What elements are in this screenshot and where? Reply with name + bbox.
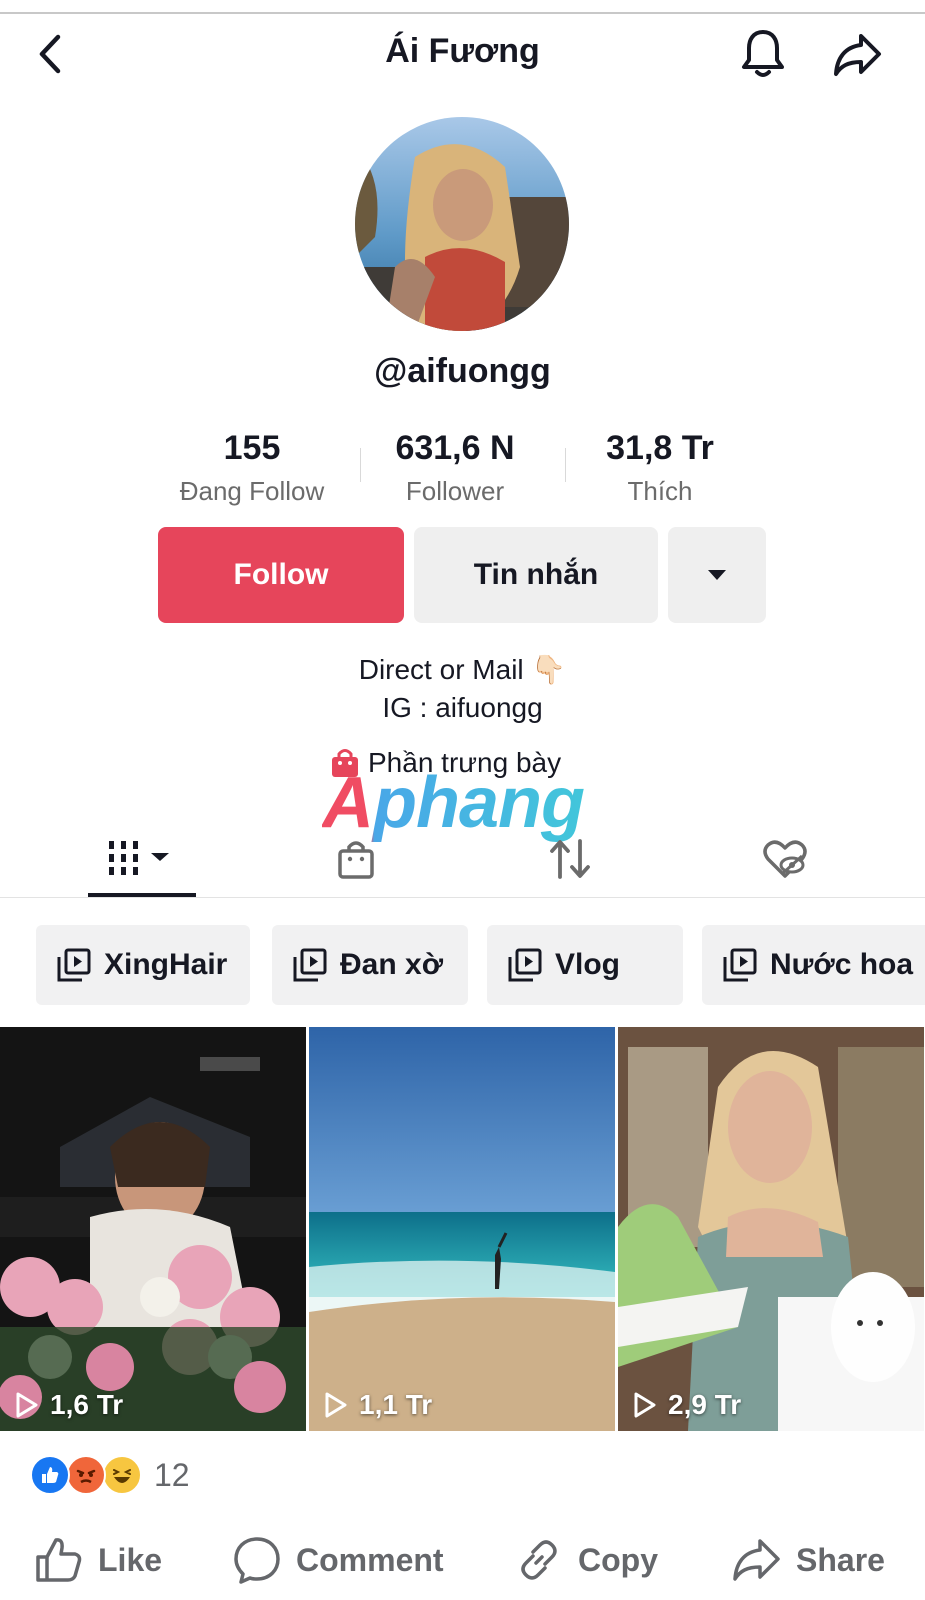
caret-down-icon [708,570,726,580]
avatar[interactable] [355,117,569,331]
liked-hidden-icon [763,840,807,878]
content-tabs [0,820,925,898]
stat-label: Thích [627,476,693,506]
view-count: 1,6 Tr [14,1389,123,1421]
comment-button[interactable]: Comment [232,1528,444,1592]
view-count-value: 1,6 Tr [50,1389,124,1420]
username: @aifuongg [374,352,551,390]
angry-reaction-icon [66,1455,106,1495]
post-actions: Like Comment Copy Share [0,1528,925,1592]
message-button[interactable]: Tin nhắn [414,527,658,623]
comment-icon [234,1537,280,1584]
copy-button[interactable]: Copy [514,1528,658,1592]
reaction-count: 12 [154,1456,190,1493]
playlist-icon [723,948,757,982]
collection-label: Nước hoa [770,948,914,981]
collections-row: XingHair Đan xờ Vlog Nước hoa [0,925,925,1005]
follow-button[interactable]: Follow [158,527,404,623]
shop-bag-icon [338,841,374,879]
profile-header: Ái Fương [0,14,925,94]
collection-chip[interactable]: XingHair [36,925,250,1005]
tab-shop[interactable] [316,820,396,898]
video-thumbnail[interactable]: 1,1 Tr [309,1027,615,1431]
playlist-icon [293,948,327,982]
stat-value: 31,8 Tr [606,429,714,467]
play-icon [16,1392,38,1418]
haha-reaction-icon [102,1455,142,1495]
bio-line: IG : aifuongg [382,692,543,723]
view-count-value: 2,9 Tr [668,1389,742,1420]
like-label: Like [98,1541,163,1578]
stat-following[interactable]: 155 Đang Follow [152,428,352,507]
bio-line: Direct or Mail 👇🏻 [358,654,567,685]
bell-icon[interactable] [735,26,791,82]
collection-label: Vlog [555,948,620,981]
stat-value: 155 [223,429,281,467]
copy-label: Copy [578,1541,658,1578]
view-count: 2,9 Tr [632,1389,741,1421]
play-icon [634,1392,656,1418]
stat-followers[interactable]: 631,6 N Follower [355,428,555,507]
stat-label: Follower [405,476,505,506]
share-label: Share [796,1541,885,1578]
tab-reposts[interactable] [530,820,610,898]
share-arrow-icon[interactable] [830,26,886,82]
stat-value: 631,6 N [395,429,515,467]
share-button[interactable]: Share [732,1528,885,1592]
videos-grid-icon [109,841,169,875]
collection-chip[interactable]: Nước hoa [702,925,925,1005]
playlist-icon [508,948,542,982]
tab-videos[interactable] [88,820,196,898]
video-thumbnail[interactable]: 2,9 Tr [618,1027,924,1431]
collection-label: Đan xờ [340,948,444,981]
link-icon [521,1540,557,1580]
collection-chip[interactable]: Đan xờ [272,925,468,1005]
active-tab-indicator [88,893,196,897]
view-count-value: 1,1 Tr [359,1389,433,1420]
repost-icon [550,839,590,879]
profile-stats: 155 Đang Follow 631,6 N Follower 31,8 Tr… [160,428,740,508]
share-icon [733,1539,780,1581]
playlist-icon [57,948,91,982]
reactions-summary[interactable]: 12 [30,1453,190,1497]
like-button[interactable]: Like [34,1528,162,1592]
play-icon [325,1392,347,1418]
thumbs-up-icon [36,1538,82,1582]
video-thumbnail[interactable]: 1,6 Tr [0,1027,306,1431]
comment-label: Comment [296,1541,444,1578]
collection-chip[interactable]: Vlog [487,925,683,1005]
view-count: 1,1 Tr [323,1389,432,1421]
stat-label: Đang Follow [179,476,325,506]
stat-likes[interactable]: 31,8 Tr Thích [560,428,760,507]
collection-label: XingHair [104,948,228,981]
more-button[interactable] [668,527,766,623]
like-reaction-icon [30,1455,70,1495]
video-grid: 1,6 Tr 1,1 Tr 2,9 Tr [0,1027,925,1431]
tab-liked[interactable] [745,820,825,898]
